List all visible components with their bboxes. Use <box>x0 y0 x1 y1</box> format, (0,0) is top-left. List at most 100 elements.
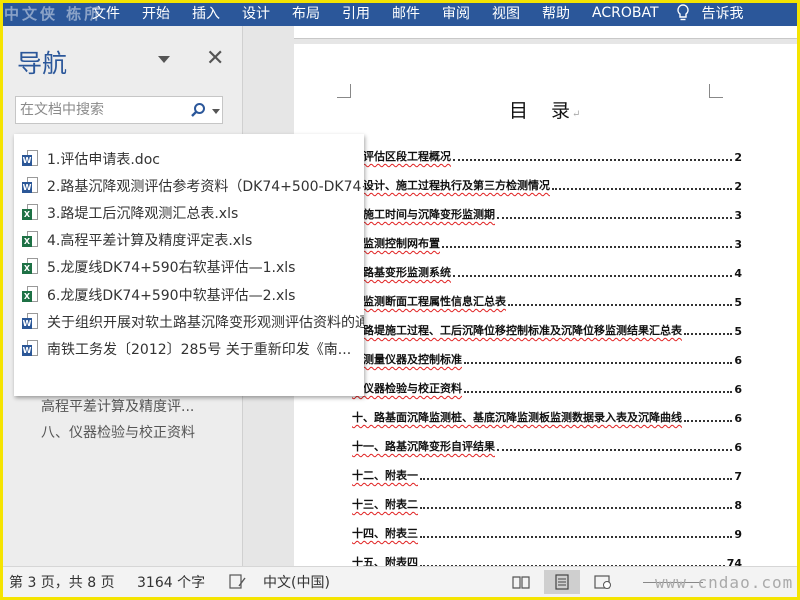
word-doc-icon: W <box>22 339 38 358</box>
toc-page-number: 4 <box>734 267 742 280</box>
page-count[interactable]: 第 3 页，共 8 页 <box>9 572 115 592</box>
file-list-item[interactable]: W 1.评估申请表.doc <box>14 145 364 172</box>
excel-xls-icon: X <box>22 285 38 304</box>
tell-me-button[interactable]: 告诉我 <box>694 3 755 23</box>
toc-entry[interactable]: 、路堤施工过程、工后沉降位移控制标准及沉降位移监测结果汇总表 5 <box>352 322 742 338</box>
toc-entry-text: 、仪器检验与校正资料 <box>352 382 462 395</box>
toc-entry[interactable]: 、监测断面工程属性信息汇总表 5 <box>352 293 742 309</box>
file-list-item[interactable]: X 6.龙厦线DK74+590中软基评估—2.xls <box>14 281 364 308</box>
toc-page-number: 5 <box>734 296 742 309</box>
document-title: 目 录↵ <box>509 100 583 122</box>
tab-home[interactable]: 开始 <box>131 3 181 23</box>
tab-design[interactable]: 设计 <box>231 3 281 23</box>
toc-page-number: 5 <box>734 325 742 338</box>
document-page: 目 录↵ 、评估区段工程概况 2 、设计、施工过程执行及第三方检测情况 2 、施工时间与… <box>294 44 797 566</box>
nav-title: 导航 <box>17 49 68 78</box>
word-count[interactable]: 3164 个字 <box>137 572 205 592</box>
toc-entry[interactable]: 、仪器检验与校正资料 6 <box>352 380 742 396</box>
toc-entry-text: 、路堤施工过程、工后沉降位移控制标准及沉降位移监测结果汇总表 <box>352 324 682 337</box>
tab-mailings[interactable]: 邮件 <box>381 3 431 23</box>
tab-acrobat[interactable]: ACROBAT <box>581 5 670 21</box>
toc-entry[interactable]: 十四、附表三 9 <box>352 525 742 541</box>
tab-help[interactable]: 帮助 <box>531 3 581 23</box>
print-layout-icon[interactable] <box>544 570 580 594</box>
chevron-down-icon[interactable] <box>158 56 170 63</box>
watermark-text: www.cndao.com <box>655 573 794 592</box>
file-list-popup: W 1.评估申请表.doc W 2.路基沉降观测评估参考资料（DK74+500-DK7… <box>14 134 364 396</box>
toc-entry-text: 、施工时间与沉降变形监测期 <box>352 208 495 221</box>
file-list-item[interactable]: W 南铁工务发〔2012〕285号 关于重新印发《南... <box>14 335 364 362</box>
file-label: 4.高程平差计算及精度评定表.xls <box>47 233 253 250</box>
tab-references[interactable]: 引用 <box>331 3 381 23</box>
toc-entry[interactable]: 十一、路基沉降变形自评结果 6 <box>352 438 742 454</box>
toc-page-number: 2 <box>734 151 742 164</box>
nav-heading-item[interactable]: 八、仪器检验与校正资料 <box>41 422 195 442</box>
toc-entry[interactable]: 、监测控制网布置 3 <box>352 235 742 251</box>
excel-xls-icon: X <box>22 258 38 276</box>
toc-leader-dots <box>464 391 733 393</box>
toc-leader-dots <box>420 507 733 509</box>
search-input[interactable] <box>16 97 176 123</box>
toc-entry[interactable]: 十五、附表四 74 <box>352 554 742 566</box>
toc-entry-text: 十二、附表一 <box>352 469 418 482</box>
read-mode-icon[interactable] <box>503 570 539 594</box>
toc-leader-dots <box>453 275 733 277</box>
toc-page-number: 8 <box>734 499 742 512</box>
file-label: 南铁工务发〔2012〕285号 关于重新印发《南... <box>47 341 352 358</box>
toc-leader-dots <box>497 217 733 219</box>
file-list-item[interactable]: X 3.路堤工后沉降观测汇总表.xls <box>14 199 364 226</box>
toc-page-number: 6 <box>734 354 742 367</box>
toc-entry[interactable]: 、路基变形监测系统 4 <box>352 264 742 280</box>
toc-entry[interactable]: 十二、附表一 7 <box>352 467 742 483</box>
tab-layout[interactable]: 布局 <box>281 3 331 23</box>
toc-page-number: 6 <box>734 412 742 425</box>
word-doc-icon: W <box>22 176 38 195</box>
toc-entry[interactable]: 、测量仪器及控制标准 6 <box>352 351 742 367</box>
excel-xls-icon: X <box>22 231 38 249</box>
search-options-icon[interactable] <box>212 109 220 114</box>
word-doc-icon: W <box>22 312 38 331</box>
toc-entry[interactable]: 、设计、施工过程执行及第三方检测情况 2 <box>352 177 742 193</box>
watermark-logo: 中文侠 栋所 <box>4 5 103 23</box>
toc-entry[interactable]: 十、路基面沉降监测桩、基底沉降监测板监测数据录入表及沉降曲线 6 <box>352 409 742 425</box>
toc-page-number: 74 <box>726 557 742 566</box>
toc-entry[interactable]: 、施工时间与沉降变形监测期 3 <box>352 206 742 222</box>
toc-entry-text: 十一、路基沉降变形自评结果 <box>352 440 495 453</box>
toc-entry-text: 、评估区段工程概况 <box>352 150 451 163</box>
toc-page-number: 7 <box>734 470 742 483</box>
toc-entry[interactable]: 十三、附表二 8 <box>352 496 742 512</box>
toc-entry-text: 、设计、施工过程执行及第三方检测情况 <box>352 179 550 192</box>
toc-entry-text: 十三、附表二 <box>352 498 418 511</box>
status-bar: 第 3 页，共 8 页 3164 个字 中文(中国) www.cndao.com <box>3 566 797 597</box>
file-list-item[interactable]: W 2.路基沉降观测评估参考资料（DK74+500-DK74+600） <box>14 172 364 199</box>
toc-page-number: 3 <box>734 209 742 222</box>
toc-entry-text: 十五、附表四 <box>352 556 418 566</box>
toc-page-number: 9 <box>734 528 742 541</box>
tab-view[interactable]: 视图 <box>481 3 531 23</box>
toc-entry[interactable]: 、评估区段工程概况 2 <box>352 148 742 164</box>
file-label: 5.龙厦线DK74+590右软基评估—1.xls <box>47 260 296 277</box>
toc-page-number: 6 <box>734 383 742 396</box>
close-icon[interactable]: ✕ <box>206 46 224 71</box>
toc-leader-dots <box>497 449 733 451</box>
nav-heading-item[interactable]: 高程平差计算及精度评... <box>41 396 194 416</box>
search-icon[interactable] <box>190 102 206 118</box>
file-label: 6.龙厦线DK74+590中软基评估—2.xls <box>47 287 296 304</box>
toc-page-number: 2 <box>734 180 742 193</box>
ribbon-tabs: 中文侠 栋所 文件 开始 插入 设计 布局 引用 邮件 审阅 视图 帮助 ACR… <box>0 0 800 26</box>
language-indicator[interactable]: 中文(中国) <box>263 572 330 592</box>
toc-entry-text: 、监测断面工程属性信息汇总表 <box>352 295 506 308</box>
file-label: 1.评估申请表.doc <box>47 151 160 168</box>
tab-insert[interactable]: 插入 <box>181 3 231 23</box>
toc-entry-text: 、测量仪器及控制标准 <box>352 353 462 366</box>
tab-review[interactable]: 审阅 <box>431 3 481 23</box>
file-label: 关于组织开展对软土路基沉降变形观测评估资料的通知 <box>47 314 364 331</box>
excel-xls-icon: X <box>22 203 38 222</box>
file-list-item[interactable]: X 5.龙厦线DK74+590右软基评估—1.xls <box>14 254 364 281</box>
file-list-item[interactable]: W 关于组织开展对软土路基沉降变形观测评估资料的通知 <box>14 308 364 335</box>
web-layout-icon[interactable] <box>585 570 621 594</box>
file-list-item[interactable]: X 4.高程平差计算及精度评定表.xls <box>14 227 364 254</box>
toc-leader-dots <box>552 188 733 190</box>
proofing-icon[interactable] <box>229 574 247 590</box>
nav-search-box <box>15 96 223 124</box>
